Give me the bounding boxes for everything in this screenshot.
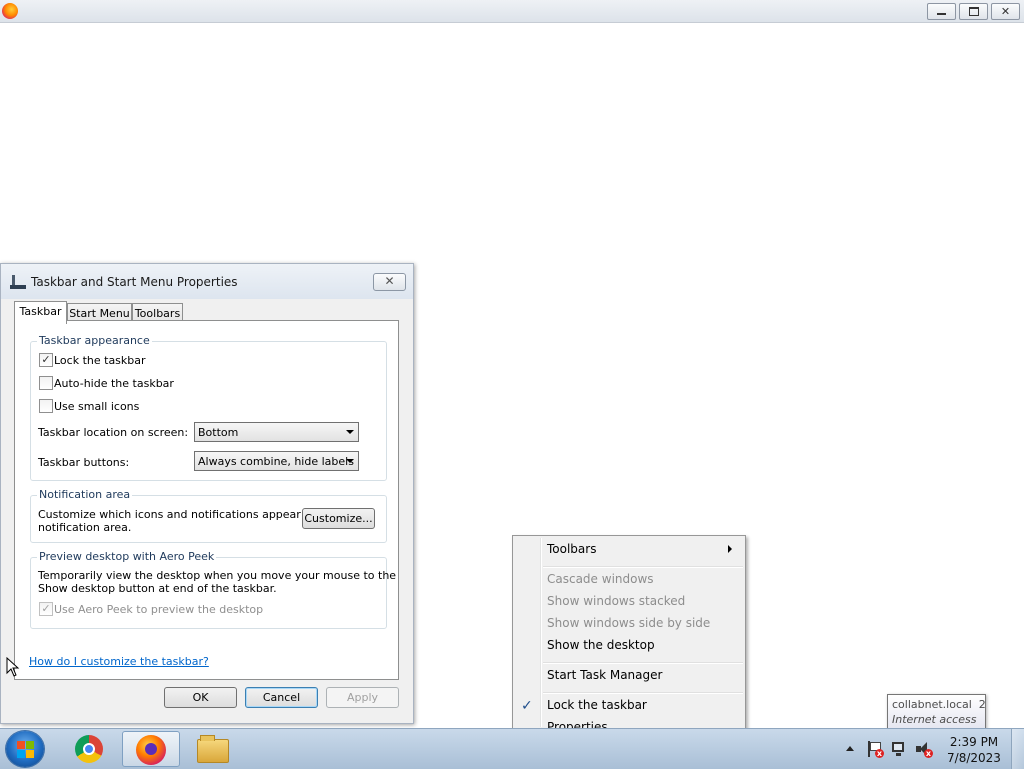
show-desktop-button[interactable]: [1011, 729, 1024, 769]
taskbar-context-menu: Toolbars Cascade windows Show windows st…: [512, 535, 746, 730]
autohide-label: Auto-hide the taskbar: [54, 377, 174, 390]
network-icon[interactable]: [891, 741, 907, 757]
menu-item-toolbars[interactable]: Toolbars: [547, 542, 596, 556]
clock-date: 7/8/2023: [947, 751, 1001, 765]
taskbar-firefox-button[interactable]: [122, 731, 180, 767]
customize-button[interactable]: Customize...: [302, 508, 375, 529]
close-icon: ✕: [1000, 5, 1011, 18]
location-dropdown[interactable]: Bottom: [194, 422, 359, 442]
lock-taskbar-label: Lock the taskbar: [54, 354, 146, 367]
aero-peek-group: Preview desktop with Aero Peek Temporari…: [30, 550, 396, 629]
taskbar-tab-panel: Taskbar appearance ✓ Lock the taskbar Au…: [14, 320, 399, 680]
menu-item-stacked[interactable]: Show windows stacked: [547, 594, 685, 608]
group-legend: Preview desktop with Aero Peek: [37, 550, 217, 563]
taskbar-properties-dialog: Taskbar and Start Menu Properties ✕ Task…: [0, 263, 414, 724]
action-center-flag-icon[interactable]: x: [866, 741, 884, 758]
menu-item-show-desktop[interactable]: Show the desktop: [547, 638, 655, 652]
submenu-arrow-icon: [728, 545, 732, 553]
menu-separator: [543, 662, 743, 664]
restore-icon: [968, 7, 979, 16]
dropdown-arrow-icon: [346, 459, 354, 463]
taskbar: x x 2:39 PM 7/8/2023: [0, 728, 1024, 769]
lock-taskbar-checkbox[interactable]: ✓: [39, 353, 53, 367]
menu-item-task-manager[interactable]: Start Task Manager: [547, 668, 662, 682]
notification-text-line1: Customize which icons and notifications …: [38, 508, 336, 521]
dropdown-arrow-icon: [346, 430, 354, 434]
close-icon: ✕: [384, 274, 395, 288]
dialog-title: Taskbar and Start Menu Properties: [31, 275, 238, 289]
chrome-icon: [75, 735, 103, 763]
tooltip-line2: Internet access: [892, 713, 977, 726]
taskbar-appearance-group: Taskbar appearance ✓ Lock the taskbar Au…: [30, 334, 387, 481]
aero-peek-checkbox[interactable]: ✓: [39, 602, 53, 616]
check-mark-icon: ✓: [41, 602, 51, 615]
apply-button[interactable]: Apply: [326, 687, 399, 708]
menu-separator: [543, 566, 743, 568]
firefox-icon: [136, 735, 166, 765]
taskbar-explorer-button[interactable]: [184, 731, 242, 767]
location-value: Bottom: [198, 426, 239, 439]
notification-text-line2: notification area.: [38, 521, 132, 534]
file-explorer-icon: [197, 735, 229, 763]
group-legend: Notification area: [37, 488, 133, 501]
cancel-button[interactable]: Cancel: [245, 687, 318, 708]
menu-item-lock-taskbar[interactable]: Lock the taskbar: [547, 698, 647, 712]
taskbar-settings-icon: [10, 273, 26, 289]
buttons-dropdown[interactable]: Always combine, hide labels: [194, 451, 359, 471]
windows-start-icon[interactable]: [6, 731, 44, 767]
small-icons-checkbox[interactable]: [39, 399, 53, 413]
menu-item-side-by-side[interactable]: Show windows side by side: [547, 616, 710, 630]
minimize-icon: [937, 13, 946, 15]
autohide-checkbox[interactable]: [39, 376, 53, 390]
network-tooltip: collabnet.local 2 Internet access: [887, 694, 986, 731]
menu-gutter: [540, 538, 542, 727]
volume-muted-icon[interactable]: x: [915, 741, 933, 758]
buttons-label: Taskbar buttons:: [38, 456, 130, 469]
help-link[interactable]: How do I customize the taskbar?: [29, 655, 209, 668]
aero-text-line1: Temporarily view the desktop when you mo…: [38, 569, 397, 582]
firefox-icon[interactable]: [2, 3, 18, 19]
close-button[interactable]: ✕: [991, 3, 1020, 20]
taskbar-chrome-button[interactable]: [60, 731, 118, 767]
browser-window-titlebar: ✕: [0, 0, 1024, 23]
aero-peek-label: Use Aero Peek to preview the desktop: [54, 603, 264, 616]
restore-button[interactable]: [959, 3, 988, 20]
mouse-cursor-icon: [6, 657, 20, 677]
dialog-titlebar[interactable]: Taskbar and Start Menu Properties ✕: [1, 264, 413, 299]
buttons-value: Always combine, hide labels: [198, 455, 354, 468]
tooltip-line1: collabnet.local 2: [892, 698, 986, 711]
check-mark-icon: ✓: [521, 698, 533, 714]
dialog-close-button[interactable]: ✕: [373, 273, 406, 291]
notification-area-group: Notification area Customize which icons …: [30, 488, 387, 543]
show-hidden-icons-icon[interactable]: [846, 746, 854, 751]
tab-taskbar[interactable]: Taskbar: [14, 301, 67, 324]
group-legend: Taskbar appearance: [37, 334, 152, 347]
check-mark-icon: ✓: [41, 353, 51, 366]
taskbar-clock[interactable]: 2:39 PM 7/8/2023: [944, 734, 1004, 766]
clock-time: 2:39 PM: [949, 735, 999, 749]
small-icons-label: Use small icons: [54, 400, 140, 413]
minimize-button[interactable]: [927, 3, 956, 20]
menu-item-cascade[interactable]: Cascade windows: [547, 572, 654, 586]
ok-button[interactable]: OK: [164, 687, 237, 708]
location-label: Taskbar location on screen:: [38, 426, 189, 439]
menu-separator: [543, 692, 743, 694]
aero-text-line2: Show desktop button at end of the taskba…: [38, 582, 277, 595]
